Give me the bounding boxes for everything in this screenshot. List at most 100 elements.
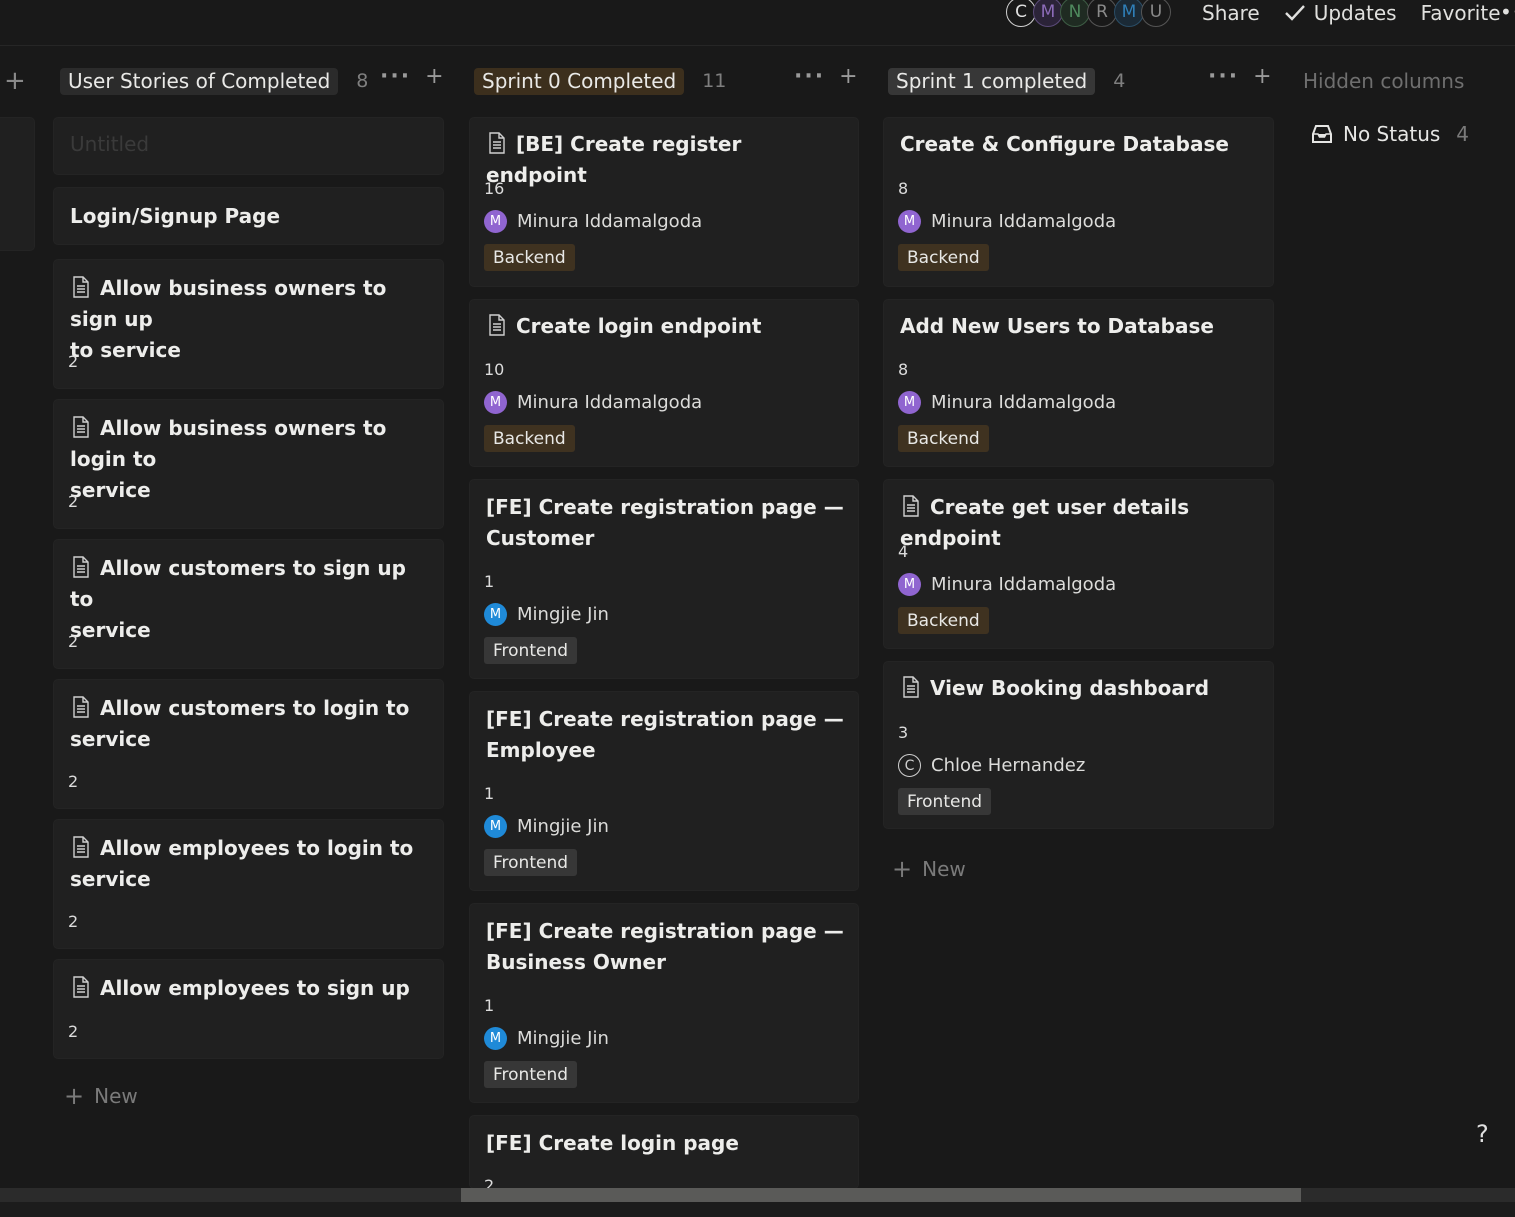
no-status-label: No Status	[1343, 122, 1441, 146]
updates-button[interactable]: Updates	[1284, 0, 1397, 26]
plus-icon[interactable]: +	[839, 64, 857, 89]
help-button[interactable]: ?	[1476, 1120, 1502, 1154]
document-icon	[73, 976, 89, 998]
story-points: 1	[484, 784, 495, 803]
share-button[interactable]: Share	[1202, 0, 1260, 26]
new-card-button[interactable]: + New	[892, 855, 966, 883]
title-line: Business Owner	[486, 950, 666, 974]
avatar[interactable]: R	[1087, 0, 1117, 27]
assignee[interactable]: M Mingjie Jin	[484, 1027, 609, 1050]
avatar: M	[484, 603, 507, 626]
new-card-button[interactable]: + New	[64, 1082, 138, 1110]
card[interactable]: Allow customers to login to service 2	[54, 680, 443, 808]
column-count: 8	[356, 70, 369, 92]
avatar[interactable]: M	[1033, 0, 1063, 27]
avatar: M	[898, 210, 921, 233]
card-title: Allow employees to login to service	[70, 833, 430, 895]
card[interactable]: Create get user details endpoint 4 M Min…	[884, 480, 1273, 648]
card-title: Create login endpoint	[486, 311, 846, 342]
avatar[interactable]: C	[1006, 0, 1036, 27]
avatar: M	[484, 210, 507, 233]
assignee[interactable]: M Mingjie Jin	[484, 603, 609, 626]
card-title: [FE] Create registration page — Business …	[486, 916, 846, 978]
card-title: Add New Users to Database	[900, 314, 1214, 338]
title-line: Customer	[486, 526, 595, 550]
column-header-sprint-1: Sprint 1 completed 4	[888, 66, 1125, 96]
assignee[interactable]: M Minura Iddamalgoda	[484, 391, 702, 414]
avatar[interactable]: U	[1141, 0, 1171, 27]
title-line: Allow business owners to login to	[70, 416, 387, 471]
top-bar: C M N R M U Share Updates Favorite ••	[0, 0, 1515, 46]
card[interactable]: Allow business owners to sign up to servi…	[54, 260, 443, 388]
card[interactable]: [FE] Create registration page — Business …	[470, 904, 858, 1102]
card[interactable]: Create login endpoint 10 M Minura Iddama…	[470, 300, 858, 466]
card[interactable]: Login/Signup Page	[54, 188, 443, 244]
story-points: 1	[484, 572, 495, 591]
card[interactable]: Allow employees to login to service 2	[54, 820, 443, 948]
title-line: service	[70, 727, 151, 751]
column-title[interactable]: User Stories of Completed	[60, 67, 339, 95]
assignee[interactable]: M Minura Iddamalgoda	[898, 573, 1116, 596]
title-line: [BE] Create register endpoint	[486, 132, 742, 187]
document-icon	[73, 556, 89, 578]
favorite-label: Favorite	[1420, 1, 1501, 25]
title-line: [FE] Create registration page —	[486, 919, 844, 943]
document-icon	[73, 276, 89, 298]
card[interactable]: Create & Configure Database 8 M Minura I…	[884, 118, 1273, 286]
add-column-icon[interactable]: +	[4, 66, 26, 96]
card-untitled[interactable]: Untitled	[54, 118, 443, 174]
more-icon[interactable]: ···	[794, 64, 825, 89]
story-points: 2	[68, 492, 79, 511]
more-options-button[interactable]: ••	[1500, 0, 1515, 24]
card[interactable]: Add New Users to Database 8 M Minura Idd…	[884, 300, 1273, 466]
assignee-name: Minura Iddamalgoda	[517, 392, 703, 413]
assignee[interactable]: C Chloe Hernandez	[898, 754, 1085, 777]
assignee[interactable]: M Minura Iddamalgoda	[484, 210, 702, 233]
card[interactable]: Allow customers to sign up to service 2	[54, 540, 443, 668]
card-title: Allow customers to sign up to service	[70, 553, 430, 646]
card-title: View Booking dashboard	[900, 673, 1260, 704]
collaborator-avatars[interactable]: C M N R M U	[1006, 0, 1171, 27]
favorite-button[interactable]: Favorite	[1421, 0, 1501, 26]
title-line: View Booking dashboard	[930, 676, 1210, 700]
assignee[interactable]: M Mingjie Jin	[484, 815, 609, 838]
partial-card[interactable]	[0, 118, 34, 250]
card[interactable]: [FE] Create registration page — Employee …	[470, 692, 858, 890]
card[interactable]: View Booking dashboard 3 C Chloe Hernand…	[884, 662, 1273, 828]
story-points: 4	[898, 542, 909, 561]
top-actions: Share Updates Favorite	[1202, 0, 1501, 26]
avatar[interactable]: M	[1114, 0, 1144, 27]
card-title: [FE] Create login page	[486, 1131, 739, 1155]
no-status-group[interactable]: No Status 4	[1311, 122, 1469, 146]
column-title[interactable]: Sprint 0 Completed	[474, 67, 685, 95]
assignee-name: Minura Iddamalgoda	[931, 574, 1117, 595]
assignee[interactable]: M Minura Iddamalgoda	[898, 391, 1116, 414]
card[interactable]: [FE] Create registration page — Customer …	[470, 480, 858, 678]
more-icon[interactable]: ···	[380, 64, 411, 89]
card[interactable]: [BE] Create register endpoint 16 M Minur…	[470, 118, 858, 286]
assignee-name: Mingjie Jin	[517, 1028, 609, 1049]
plus-icon[interactable]: +	[1253, 64, 1271, 89]
title-line: Allow employees to login to	[100, 836, 414, 860]
card[interactable]: [FE] Create login page 2	[470, 1116, 858, 1188]
assignee-name: Minura Iddamalgoda	[931, 392, 1117, 413]
card[interactable]: Allow employees to sign up 2	[54, 960, 443, 1058]
story-points: 10	[484, 360, 505, 379]
card-title: Create & Configure Database	[900, 132, 1229, 156]
inbox-icon	[1312, 125, 1332, 143]
column-title[interactable]: Sprint 1 completed	[888, 67, 1096, 95]
card[interactable]: Allow business owners to login to service…	[54, 400, 443, 528]
tag-backend: Backend	[898, 607, 989, 634]
avatar[interactable]: N	[1060, 0, 1090, 27]
plus-icon[interactable]: +	[425, 64, 443, 89]
tag-frontend: Frontend	[484, 849, 578, 876]
tag-frontend: Frontend	[898, 788, 992, 815]
plus-icon: +	[64, 1082, 85, 1110]
title-line: Allow customers to login to	[100, 696, 410, 720]
more-icon[interactable]: ···	[1208, 64, 1239, 89]
card-title: Untitled	[70, 132, 150, 156]
taskbar	[0, 1202, 1515, 1217]
assignee[interactable]: M Minura Iddamalgoda	[898, 210, 1116, 233]
scrollbar-thumb[interactable]	[461, 1188, 1301, 1202]
assignee-name: Mingjie Jin	[517, 816, 609, 837]
